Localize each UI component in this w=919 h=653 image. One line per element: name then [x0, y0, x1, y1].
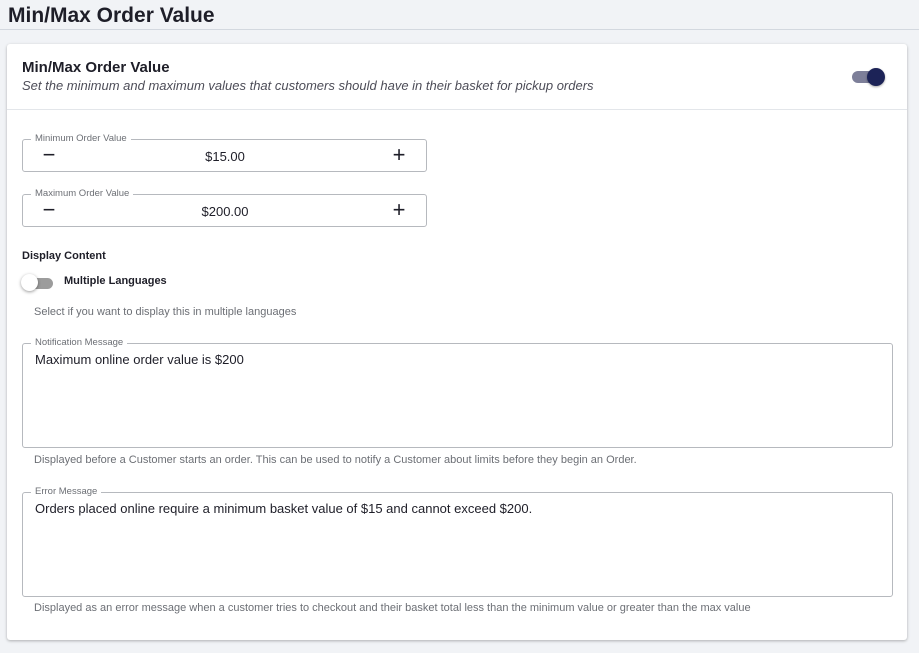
card-subtitle: Set the minimum and maximum values that … — [22, 78, 594, 93]
error-message-text: Orders placed online require a minimum b… — [35, 501, 533, 516]
error-message-helper: Displayed as an error message when a cus… — [34, 602, 751, 614]
page-title: Min/Max Order Value — [8, 4, 215, 27]
toggle-thumb — [867, 68, 885, 86]
maximum-order-value-input[interactable]: $200.00 — [83, 204, 367, 219]
toggle-thumb — [21, 274, 38, 291]
error-message-field[interactable]: Error Message Orders placed online requi… — [22, 486, 893, 597]
notification-message-helper: Displayed before a Customer starts an or… — [34, 454, 637, 466]
multiple-languages-helper: Select if you want to display this in mu… — [34, 306, 297, 318]
card-header: Min/Max Order Value Set the minimum and … — [7, 44, 907, 110]
notification-message-text: Maximum online order value is $200 — [35, 352, 244, 367]
notification-message-field[interactable]: Notification Message Maximum online orde… — [22, 337, 893, 448]
settings-card: Min/Max Order Value Set the minimum and … — [7, 44, 907, 640]
enable-min-max-toggle[interactable] — [852, 68, 886, 86]
minimum-order-value-input[interactable]: $15.00 — [83, 149, 367, 164]
decrement-maximum-button[interactable]: − — [37, 199, 61, 223]
card-title: Min/Max Order Value — [22, 59, 170, 76]
increment-minimum-button[interactable]: + — [387, 144, 411, 168]
error-message-label: Error Message — [31, 486, 102, 498]
minimum-order-value-stepper: Minimum Order Value − $15.00 + — [22, 133, 427, 172]
increment-maximum-button[interactable]: + — [387, 199, 411, 223]
notification-message-label: Notification Message — [31, 337, 128, 349]
maximum-order-value-stepper: Maximum Order Value − $200.00 + — [22, 188, 427, 227]
title-divider — [0, 29, 919, 30]
display-content-heading: Display Content — [22, 250, 106, 262]
decrement-minimum-button[interactable]: − — [37, 144, 61, 168]
multiple-languages-toggle[interactable] — [21, 274, 55, 293]
multiple-languages-label: Multiple Languages — [64, 275, 167, 287]
